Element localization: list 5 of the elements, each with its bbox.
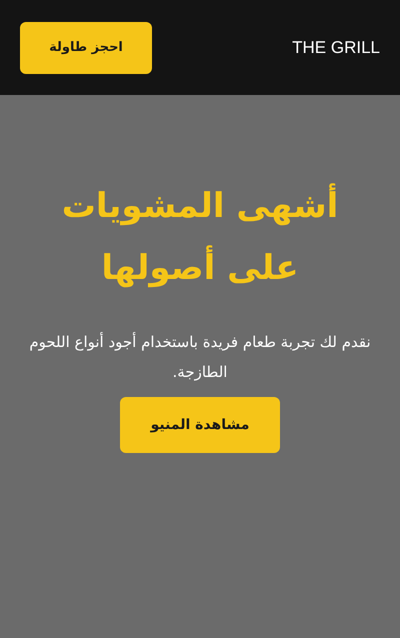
brand-name: THE GRILL bbox=[292, 36, 380, 59]
hero-title: أشهى المشويات على أصولها bbox=[30, 175, 370, 299]
menu-button[interactable]: مشاهدة المنيو bbox=[120, 397, 280, 453]
reserve-button[interactable]: احجز طاولة bbox=[20, 22, 152, 74]
hero-text: نقدم لك تجربة طعام فريدة باستخدام أجود أنواع اللحوم الطازجة. bbox=[28, 331, 372, 383]
